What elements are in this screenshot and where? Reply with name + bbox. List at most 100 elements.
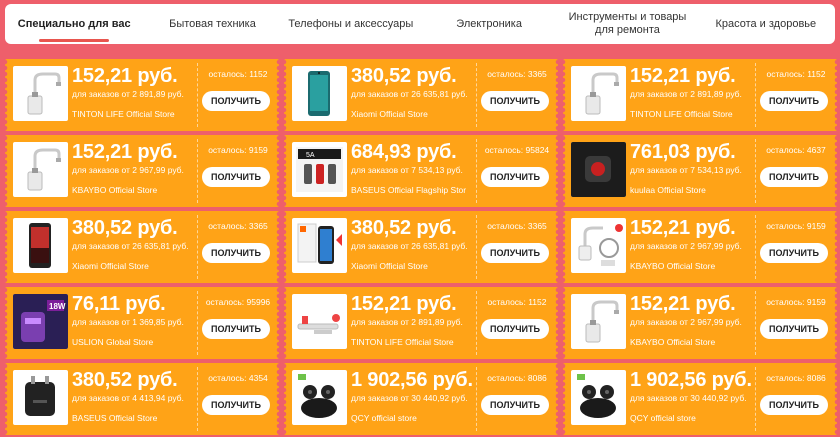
product-image-faucet-heater[interactable] xyxy=(13,66,68,121)
coupon-min-order: для заказов от 30 440,92 руб. xyxy=(630,393,747,403)
store-name[interactable]: Xiaomi Official Store xyxy=(351,261,476,271)
coupons-remaining: осталось: 1152 xyxy=(208,69,268,79)
coupon-min-order: для заказов от 2 967,99 руб. xyxy=(630,241,742,251)
coupon-value: 380,52 руб. xyxy=(351,65,457,87)
get-coupon-button[interactable]: ПОЛУЧИТЬ xyxy=(760,243,828,263)
coupons-remaining: осталось: 3365 xyxy=(487,69,547,79)
coupon-card: 1 902,56 руб. для заказов от 30 440,92 р… xyxy=(284,363,558,435)
coupon-perforation xyxy=(755,139,756,203)
store-name[interactable]: TINTON LIFE Official Store xyxy=(351,337,476,347)
category-tab-label: Специально для вас xyxy=(17,17,131,30)
product-image-earbuds[interactable] xyxy=(292,370,347,425)
coupon-value: 152,21 руб. xyxy=(351,293,457,315)
coupons-remaining: осталось: 8086 xyxy=(766,373,826,383)
category-tab[interactable]: Телефоны и аксессуары xyxy=(282,4,420,44)
svg-text:18W: 18W xyxy=(49,302,66,311)
coupon-perforation xyxy=(476,63,477,127)
category-tab-label: Электроника xyxy=(456,17,522,30)
product-image-car-gadget[interactable] xyxy=(571,142,626,197)
coupon-min-order: для заказов от 7 534,13 руб. xyxy=(351,165,463,175)
store-name[interactable]: TINTON LIFE Official Store xyxy=(630,109,755,119)
coupon-card: 152,21 руб. для заказов от 2 967,99 руб.… xyxy=(563,287,837,359)
coupon-card: 761,03 руб. для заказов от 7 534,13 руб.… xyxy=(563,135,837,207)
store-name[interactable]: USLION Global Store xyxy=(72,337,197,347)
coupon-perforation xyxy=(197,139,198,203)
category-tab[interactable]: Специально для вас xyxy=(5,4,143,44)
coupon-value: 1 902,56 руб. xyxy=(351,369,473,391)
coupon-card: 380,52 руб. для заказов от 26 635,81 руб… xyxy=(5,211,279,283)
get-coupon-button[interactable]: ПОЛУЧИТЬ xyxy=(202,167,270,187)
store-name[interactable]: QCY official store xyxy=(351,413,476,423)
product-image-charger-18w[interactable]: 18W xyxy=(13,294,68,349)
product-image-earbuds[interactable] xyxy=(571,370,626,425)
coupon-card: 152,21 руб. для заказов от 2 891,89 руб.… xyxy=(5,59,279,131)
coupon-min-order: для заказов от 2 891,89 руб. xyxy=(351,317,463,327)
coupon-perforation xyxy=(755,63,756,127)
coupon-perforation xyxy=(476,367,477,431)
coupons-remaining: осталось: 9159 xyxy=(766,221,826,231)
coupon-value: 380,52 руб. xyxy=(351,217,457,239)
store-name[interactable]: Xiaomi Official Store xyxy=(351,109,476,119)
coupon-min-order: для заказов от 2 967,99 руб. xyxy=(72,165,184,175)
coupons-remaining: осталось: 95996 xyxy=(205,297,271,307)
category-tab[interactable]: Электроника xyxy=(420,4,558,44)
coupon-perforation xyxy=(197,291,198,355)
category-tab-label: Телефоны и аксессуары xyxy=(288,17,414,30)
store-name[interactable]: BASEUS Official Flagship Stor xyxy=(351,185,476,195)
product-image-faucet-parts[interactable] xyxy=(292,294,347,349)
store-name[interactable]: Xiaomi Official Store xyxy=(72,261,197,271)
coupons-remaining: осталось: 4354 xyxy=(208,373,268,383)
store-name[interactable]: KBAYBO Official Store xyxy=(630,261,755,271)
store-name[interactable]: KBAYBO Official Store xyxy=(630,337,755,347)
get-coupon-button[interactable]: ПОЛУЧИТЬ xyxy=(760,319,828,339)
get-coupon-button[interactable]: ПОЛУЧИТЬ xyxy=(481,243,549,263)
get-coupon-button[interactable]: ПОЛУЧИТЬ xyxy=(760,167,828,187)
category-tabs: Специально для вас Бытовая техника Телеф… xyxy=(5,4,835,44)
coupon-grid: 152,21 руб. для заказов от 2 891,89 руб.… xyxy=(5,59,837,435)
category-tab-label: Красота и здоровье xyxy=(715,17,817,30)
store-name[interactable]: QCY official store xyxy=(630,413,755,423)
coupon-card: 380,52 руб. для заказов от 26 635,81 руб… xyxy=(284,59,558,131)
coupon-min-order: для заказов от 1 369,85 руб. xyxy=(72,317,184,327)
get-coupon-button[interactable]: ПОЛУЧИТЬ xyxy=(481,395,549,415)
coupon-value: 380,52 руб. xyxy=(72,369,178,391)
coupons-remaining: осталось: 8086 xyxy=(487,373,547,383)
get-coupon-button[interactable]: ПОЛУЧИТЬ xyxy=(760,91,828,111)
product-image-xiaomi-phone-box[interactable] xyxy=(292,218,347,273)
category-tab[interactable]: Красота и здоровье xyxy=(697,4,835,44)
get-coupon-button[interactable]: ПОЛУЧИТЬ xyxy=(202,395,270,415)
coupon-card: 5A 684,93 руб. для заказов от 7 534,13 р… xyxy=(284,135,558,207)
store-name[interactable]: kuulaa Official Store xyxy=(630,185,755,195)
product-image-xiaomi-phone-teal[interactable] xyxy=(292,66,347,121)
coupon-min-order: для заказов от 26 635,81 руб. xyxy=(351,89,468,99)
product-image-faucet-heater[interactable] xyxy=(571,66,626,121)
category-tab[interactable]: Бытовая техника xyxy=(143,4,281,44)
get-coupon-button[interactable]: ПОЛУЧИТЬ xyxy=(202,319,270,339)
product-image-faucet-set[interactable] xyxy=(571,218,626,273)
coupons-remaining: осталось: 9159 xyxy=(208,145,268,155)
product-image-car-charger-box[interactable]: 5A xyxy=(292,142,347,197)
get-coupon-button[interactable]: ПОЛУЧИТЬ xyxy=(760,395,828,415)
store-name[interactable]: KBAYBO Official Store xyxy=(72,185,197,195)
get-coupon-button[interactable]: ПОЛУЧИТЬ xyxy=(481,91,549,111)
coupon-value: 152,21 руб. xyxy=(630,217,736,239)
store-name[interactable]: TINTON LIFE Official Store xyxy=(72,109,197,119)
coupon-perforation xyxy=(197,63,198,127)
coupon-card: 18W 76,11 руб. для заказов от 1 369,85 р… xyxy=(5,287,279,359)
coupon-value: 152,21 руб. xyxy=(630,293,736,315)
get-coupon-button[interactable]: ПОЛУЧИТЬ xyxy=(481,319,549,339)
product-image-wall-charger[interactable] xyxy=(13,370,68,425)
coupon-min-order: для заказов от 26 635,81 руб. xyxy=(72,241,189,251)
get-coupon-button[interactable]: ПОЛУЧИТЬ xyxy=(202,243,270,263)
category-tab[interactable]: Инструменты и товары для ремонта xyxy=(558,4,696,44)
product-image-faucet-heater[interactable] xyxy=(571,294,626,349)
coupon-min-order: для заказов от 2 967,99 руб. xyxy=(630,317,742,327)
coupon-min-order: для заказов от 30 440,92 руб. xyxy=(351,393,468,403)
store-name[interactable]: BASEUS Official Store xyxy=(72,413,197,423)
product-image-xiaomi-phone-black[interactable] xyxy=(13,218,68,273)
product-image-faucet-heater[interactable] xyxy=(13,142,68,197)
coupon-perforation xyxy=(197,215,198,279)
coupon-perforation xyxy=(755,291,756,355)
get-coupon-button[interactable]: ПОЛУЧИТЬ xyxy=(202,91,270,111)
get-coupon-button[interactable]: ПОЛУЧИТЬ xyxy=(481,167,549,187)
